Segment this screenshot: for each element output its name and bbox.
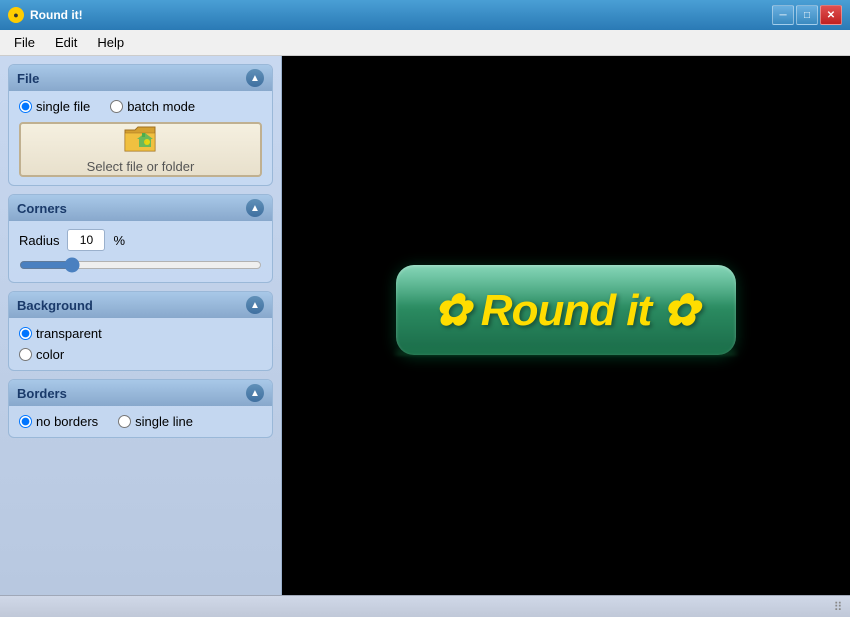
maximize-button[interactable]: □: [796, 5, 818, 25]
menu-help[interactable]: Help: [87, 32, 134, 53]
left-panel: File ▲ single file batch mode: [0, 56, 282, 595]
single-line-label: single line: [135, 414, 193, 429]
radius-input[interactable]: [67, 229, 105, 251]
app-icon: ●: [8, 7, 24, 23]
close-button[interactable]: ✕: [820, 5, 842, 25]
color-option[interactable]: color: [19, 347, 262, 362]
single-file-label: single file: [36, 99, 90, 114]
single-file-radio[interactable]: [19, 100, 32, 113]
corners-section-title: Corners: [17, 201, 67, 216]
borders-section-title: Borders: [17, 386, 67, 401]
main-container: File ▲ single file batch mode: [0, 56, 850, 595]
canvas-area: ✿ Round it ✿: [282, 56, 850, 595]
single-line-radio[interactable]: [118, 415, 131, 428]
border-options: no borders single line: [19, 414, 262, 429]
no-borders-option[interactable]: no borders: [19, 414, 98, 429]
background-section-header: Background ▲: [9, 292, 272, 318]
no-borders-radio[interactable]: [19, 415, 32, 428]
corners-section-content: Radius %: [9, 221, 272, 282]
corners-section-header: Corners ▲: [9, 195, 272, 221]
radius-unit: %: [113, 233, 125, 248]
file-section-collapse[interactable]: ▲: [246, 69, 264, 87]
corners-section-collapse[interactable]: ▲: [246, 199, 264, 217]
background-options: transparent color: [19, 326, 262, 362]
file-section-content: single file batch mode: [9, 91, 272, 185]
resize-grip-icon: ⠿: [830, 599, 846, 615]
select-file-label: Select file or folder: [87, 159, 195, 174]
file-mode-row: single file batch mode: [19, 99, 262, 114]
single-line-option[interactable]: single line: [118, 414, 193, 429]
batch-mode-option[interactable]: batch mode: [110, 99, 195, 114]
color-radio[interactable]: [19, 348, 32, 361]
radius-row: Radius %: [19, 229, 262, 251]
select-file-button[interactable]: Select file or folder: [19, 122, 262, 177]
preview-reflection: [396, 344, 736, 356]
no-borders-label: no borders: [36, 414, 98, 429]
menu-file[interactable]: File: [4, 32, 45, 53]
title-bar: ● Round it! ─ □ ✕: [0, 0, 850, 30]
batch-mode-label: batch mode: [127, 99, 195, 114]
menu-edit[interactable]: Edit: [45, 32, 87, 53]
file-section-header: File ▲: [9, 65, 272, 91]
transparent-label: transparent: [36, 326, 102, 341]
borders-section: Borders ▲ no borders single line: [8, 379, 273, 438]
transparent-option[interactable]: transparent: [19, 326, 262, 341]
transparent-radio[interactable]: [19, 327, 32, 340]
single-file-option[interactable]: single file: [19, 99, 90, 114]
borders-section-collapse[interactable]: ▲: [246, 384, 264, 402]
background-section-title: Background: [17, 298, 93, 313]
batch-mode-radio[interactable]: [110, 100, 123, 113]
radius-slider-container: [19, 259, 262, 274]
round-it-preview: ✿ Round it ✿: [396, 265, 736, 355]
radius-slider[interactable]: [19, 259, 262, 271]
background-section-collapse[interactable]: ▲: [246, 296, 264, 314]
round-it-text: ✿ Round it ✿: [434, 285, 699, 336]
preview-text: ✿ Round it ✿: [434, 286, 699, 335]
radius-label: Radius: [19, 233, 59, 248]
window-controls: ─ □ ✕: [772, 5, 842, 25]
borders-section-header: Borders ▲: [9, 380, 272, 406]
background-section-content: transparent color: [9, 318, 272, 370]
preview-wrapper: ✿ Round it ✿: [396, 265, 736, 386]
file-section-title: File: [17, 71, 39, 86]
background-section: Background ▲ transparent color: [8, 291, 273, 371]
menu-bar: File Edit Help: [0, 30, 850, 56]
folder-icon: [123, 125, 159, 155]
color-label: color: [36, 347, 64, 362]
app-title: Round it!: [30, 8, 772, 22]
corners-section: Corners ▲ Radius %: [8, 194, 273, 283]
status-bar: ⠿: [0, 595, 850, 617]
borders-section-content: no borders single line: [9, 406, 272, 437]
minimize-button[interactable]: ─: [772, 5, 794, 25]
file-section: File ▲ single file batch mode: [8, 64, 273, 186]
